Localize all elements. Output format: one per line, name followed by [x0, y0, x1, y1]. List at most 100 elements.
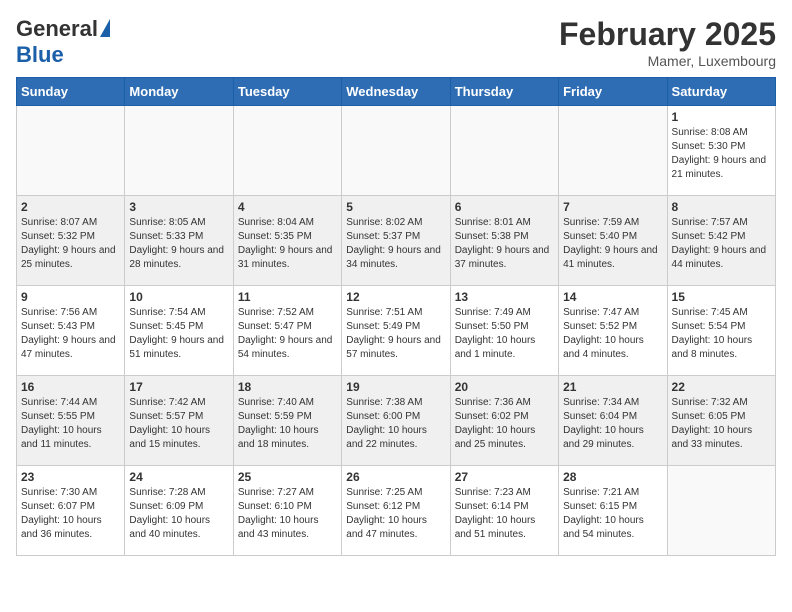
- day-info: Sunrise: 7:38 AM Sunset: 6:00 PM Dayligh…: [346, 396, 445, 452]
- day-number: 24: [129, 470, 228, 484]
- calendar-cell: [667, 466, 775, 556]
- day-info: Sunrise: 8:04 AM Sunset: 5:35 PM Dayligh…: [238, 216, 337, 272]
- calendar-cell: 9 Sunrise: 7:56 AM Sunset: 5:43 PM Daylig…: [17, 286, 125, 376]
- day-info: Sunrise: 7:57 AM Sunset: 5:42 PM Dayligh…: [672, 216, 771, 272]
- calendar-cell: 26Sunrise: 7:25 AM Sunset: 6:12 PM Dayli…: [342, 466, 450, 556]
- day-number: 25: [238, 470, 337, 484]
- calendar-week-row: 16 Sunrise: 7:44 AM Sunset: 5:55 PM Dayli…: [17, 376, 776, 466]
- calendar-header-friday: Friday: [559, 78, 667, 106]
- day-info: Sunrise: 7:40 AM Sunset: 5:59 PM Dayligh…: [238, 396, 337, 452]
- day-number: 21: [563, 380, 662, 394]
- calendar-cell: [450, 106, 558, 196]
- calendar-cell: 12 Sunrise: 7:51 AM Sunset: 5:49 PM Dayli…: [342, 286, 450, 376]
- day-info: Sunrise: 7:23 AM Sunset: 6:14 PM Dayligh…: [455, 486, 554, 542]
- logo: General Blue: [16, 16, 110, 68]
- day-number: 8: [672, 200, 771, 214]
- day-number: 17: [129, 380, 228, 394]
- day-number: 2: [21, 200, 120, 214]
- day-info: Sunrise: 7:59 AM Sunset: 5:40 PM Dayligh…: [563, 216, 662, 272]
- calendar-week-row: 23Sunrise: 7:30 AM Sunset: 6:07 PM Dayli…: [17, 466, 776, 556]
- calendar-cell: [342, 106, 450, 196]
- day-info: Sunrise: 7:42 AM Sunset: 5:57 PM Dayligh…: [129, 396, 228, 452]
- calendar-cell: 2 Sunrise: 8:07 AM Sunset: 5:32 PM Daylig…: [17, 196, 125, 286]
- day-info: Sunrise: 7:28 AM Sunset: 6:09 PM Dayligh…: [129, 486, 228, 542]
- calendar-cell: 13 Sunrise: 7:49 AM Sunset: 5:50 PM Dayli…: [450, 286, 558, 376]
- calendar-cell: 25 Sunrise: 7:27 AM Sunset: 6:10 PM Dayli…: [233, 466, 341, 556]
- day-info: Sunrise: 7:44 AM Sunset: 5:55 PM Dayligh…: [21, 396, 120, 452]
- calendar-cell: 6 Sunrise: 8:01 AM Sunset: 5:38 PM Daylig…: [450, 196, 558, 286]
- day-info: Sunrise: 7:21 AM Sunset: 6:15 PM Dayligh…: [563, 486, 662, 542]
- day-number: 27: [455, 470, 554, 484]
- day-number: 1: [672, 110, 771, 124]
- day-number: 18: [238, 380, 337, 394]
- day-info: Sunrise: 8:05 AM Sunset: 5:33 PM Dayligh…: [129, 216, 228, 272]
- calendar-cell: 4Sunrise: 8:04 AM Sunset: 5:35 PM Daylig…: [233, 196, 341, 286]
- day-info: Sunrise: 7:49 AM Sunset: 5:50 PM Dayligh…: [455, 306, 554, 362]
- day-number: 5: [346, 200, 445, 214]
- calendar-header-saturday: Saturday: [667, 78, 775, 106]
- calendar-cell: 16 Sunrise: 7:44 AM Sunset: 5:55 PM Dayli…: [17, 376, 125, 466]
- day-number: 22: [672, 380, 771, 394]
- month-title: February 2025: [559, 16, 776, 53]
- day-number: 13: [455, 290, 554, 304]
- calendar-cell: 18 Sunrise: 7:40 AM Sunset: 5:59 PM Dayli…: [233, 376, 341, 466]
- calendar-cell: 19Sunrise: 7:38 AM Sunset: 6:00 PM Dayli…: [342, 376, 450, 466]
- calendar-cell: [125, 106, 233, 196]
- day-info: Sunrise: 7:32 AM Sunset: 6:05 PM Dayligh…: [672, 396, 771, 452]
- page-header: General Blue February 2025 Mamer, Luxemb…: [16, 16, 776, 69]
- day-info: Sunrise: 7:36 AM Sunset: 6:02 PM Dayligh…: [455, 396, 554, 452]
- day-number: 7: [563, 200, 662, 214]
- calendar-cell: 11 Sunrise: 7:52 AM Sunset: 5:47 PM Dayli…: [233, 286, 341, 376]
- calendar-cell: 27 Sunrise: 7:23 AM Sunset: 6:14 PM Dayli…: [450, 466, 558, 556]
- day-number: 3: [129, 200, 228, 214]
- day-info: Sunrise: 7:27 AM Sunset: 6:10 PM Dayligh…: [238, 486, 337, 542]
- day-info: Sunrise: 7:25 AM Sunset: 6:12 PM Dayligh…: [346, 486, 445, 542]
- day-info: Sunrise: 8:07 AM Sunset: 5:32 PM Dayligh…: [21, 216, 120, 272]
- calendar-cell: 14 Sunrise: 7:47 AM Sunset: 5:52 PM Dayli…: [559, 286, 667, 376]
- calendar-cell: [559, 106, 667, 196]
- calendar-cell: 1Sunrise: 8:08 AM Sunset: 5:30 PM Daylig…: [667, 106, 775, 196]
- day-number: 14: [563, 290, 662, 304]
- calendar-cell: 15 Sunrise: 7:45 AM Sunset: 5:54 PM Dayli…: [667, 286, 775, 376]
- location: Mamer, Luxembourg: [559, 53, 776, 69]
- calendar-header-monday: Monday: [125, 78, 233, 106]
- day-info: Sunrise: 7:52 AM Sunset: 5:47 PM Dayligh…: [238, 306, 337, 362]
- day-info: Sunrise: 7:51 AM Sunset: 5:49 PM Dayligh…: [346, 306, 445, 362]
- calendar-cell: 10Sunrise: 7:54 AM Sunset: 5:45 PM Dayli…: [125, 286, 233, 376]
- calendar-header-wednesday: Wednesday: [342, 78, 450, 106]
- day-info: Sunrise: 8:01 AM Sunset: 5:38 PM Dayligh…: [455, 216, 554, 272]
- title-block: February 2025 Mamer, Luxembourg: [559, 16, 776, 69]
- day-number: 15: [672, 290, 771, 304]
- calendar-cell: 28Sunrise: 7:21 AM Sunset: 6:15 PM Dayli…: [559, 466, 667, 556]
- calendar-week-row: 1Sunrise: 8:08 AM Sunset: 5:30 PM Daylig…: [17, 106, 776, 196]
- day-number: 10: [129, 290, 228, 304]
- calendar-cell: 20 Sunrise: 7:36 AM Sunset: 6:02 PM Dayli…: [450, 376, 558, 466]
- calendar-week-row: 9 Sunrise: 7:56 AM Sunset: 5:43 PM Daylig…: [17, 286, 776, 376]
- day-number: 20: [455, 380, 554, 394]
- calendar-cell: [17, 106, 125, 196]
- day-number: 16: [21, 380, 120, 394]
- calendar-cell: 7 Sunrise: 7:59 AM Sunset: 5:40 PM Daylig…: [559, 196, 667, 286]
- calendar-cell: 24 Sunrise: 7:28 AM Sunset: 6:09 PM Dayli…: [125, 466, 233, 556]
- calendar-cell: [233, 106, 341, 196]
- day-number: 12: [346, 290, 445, 304]
- logo-general-text: General: [16, 16, 98, 42]
- calendar-cell: 3 Sunrise: 8:05 AM Sunset: 5:33 PM Daylig…: [125, 196, 233, 286]
- day-info: Sunrise: 7:45 AM Sunset: 5:54 PM Dayligh…: [672, 306, 771, 362]
- day-info: Sunrise: 7:30 AM Sunset: 6:07 PM Dayligh…: [21, 486, 120, 542]
- calendar-header-tuesday: Tuesday: [233, 78, 341, 106]
- calendar-cell: 21Sunrise: 7:34 AM Sunset: 6:04 PM Dayli…: [559, 376, 667, 466]
- calendar-table: SundayMondayTuesdayWednesdayThursdayFrid…: [16, 77, 776, 556]
- day-number: 9: [21, 290, 120, 304]
- day-info: Sunrise: 8:02 AM Sunset: 5:37 PM Dayligh…: [346, 216, 445, 272]
- calendar-cell: 17 Sunrise: 7:42 AM Sunset: 5:57 PM Dayli…: [125, 376, 233, 466]
- day-info: Sunrise: 7:56 AM Sunset: 5:43 PM Dayligh…: [21, 306, 120, 362]
- day-info: Sunrise: 7:47 AM Sunset: 5:52 PM Dayligh…: [563, 306, 662, 362]
- calendar-header-sunday: Sunday: [17, 78, 125, 106]
- day-number: 11: [238, 290, 337, 304]
- calendar-cell: 22 Sunrise: 7:32 AM Sunset: 6:05 PM Dayli…: [667, 376, 775, 466]
- day-number: 6: [455, 200, 554, 214]
- calendar-cell: 23Sunrise: 7:30 AM Sunset: 6:07 PM Dayli…: [17, 466, 125, 556]
- logo-triangle-icon: [100, 19, 110, 37]
- calendar-cell: 8 Sunrise: 7:57 AM Sunset: 5:42 PM Daylig…: [667, 196, 775, 286]
